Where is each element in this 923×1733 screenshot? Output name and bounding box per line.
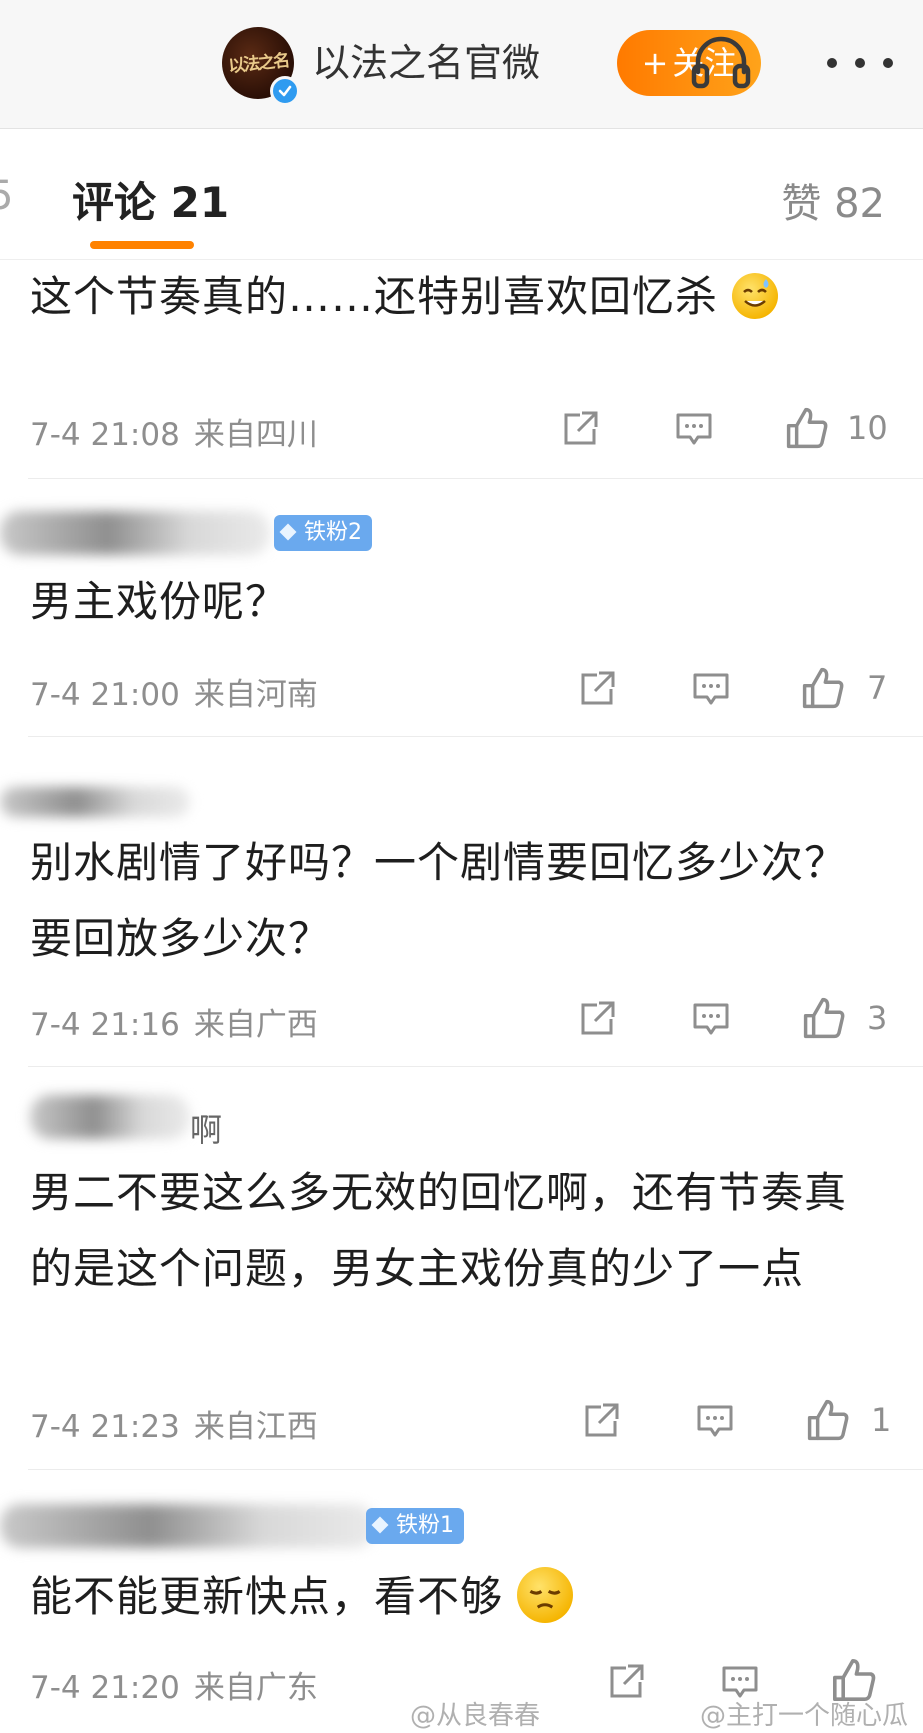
weibo-comments-page: 以法之名 以法之名官微 + 关注 5 评论 21 赞 82 这个节奏真的……还特… — [0, 0, 923, 1733]
fan-level-badge: 铁粉1 — [366, 1508, 464, 1544]
watermark-left: @从良春春 — [410, 1701, 541, 1731]
comment-meta: 7-4 21:20 来自广东 — [30, 1662, 318, 1707]
tab-bar: 5 评论 21 赞 82 — [0, 129, 923, 260]
comment-location: 来自广西 — [193, 1007, 318, 1043]
like-icon[interactable] — [784, 405, 830, 451]
comment-item: 别水剧情了好吗？一个剧情要回忆多少次？要回放多少次？ 7-4 21:16 来自广西… — [0, 737, 923, 1067]
comment-item: 这个节奏真的……还特别喜欢回忆杀 7-4 21:08 来自四川 10 — [0, 259, 923, 479]
fan-badge-label: 铁粉2 — [304, 520, 362, 545]
sweat-smile-emoji-icon — [732, 273, 779, 319]
like-icon[interactable] — [800, 665, 846, 711]
comment-text-body: 能不能更新快点，看不够 — [30, 1572, 504, 1621]
pensive-emoji-icon — [517, 1567, 574, 1623]
like-count: 3 — [867, 999, 888, 1037]
share-icon[interactable] — [577, 669, 617, 709]
top-bar: 以法之名 以法之名官微 + 关注 — [0, 0, 923, 129]
comment-item: 啊 男二不要这么多无效的回忆啊，还有节奏真的是这个问题，男女主戏份真的少了一点 … — [0, 1067, 923, 1470]
tab-reposts-partial[interactable]: 5 — [0, 173, 13, 219]
reply-icon[interactable] — [695, 1401, 735, 1441]
share-icon[interactable] — [560, 409, 600, 449]
headphone-icon[interactable] — [688, 32, 754, 92]
share-icon[interactable] — [577, 999, 617, 1039]
tab-comments[interactable]: 评论 21 — [72, 169, 229, 230]
more-options-icon[interactable] — [820, 48, 900, 78]
comment-meta: 7-4 21:23 来自江西 — [30, 1401, 318, 1446]
like-count: 1 — [871, 1401, 892, 1439]
reply-icon[interactable] — [674, 409, 714, 449]
active-tab-indicator — [90, 241, 194, 249]
diamond-icon — [279, 523, 297, 541]
comment-location: 来自江西 — [193, 1409, 318, 1445]
blurred-username[interactable] — [0, 1504, 375, 1548]
account-name[interactable]: 以法之名官微 — [312, 38, 540, 88]
comment-meta: 7-4 21:16 来自广西 — [30, 999, 318, 1044]
comment-text: 这个节奏真的……还特别喜欢回忆杀 — [30, 261, 860, 333]
comment-location: 来自广东 — [193, 1670, 318, 1706]
blurred-username[interactable] — [0, 511, 270, 555]
blurred-username[interactable] — [0, 787, 190, 817]
blurred-username[interactable] — [30, 1095, 190, 1139]
tab-likes[interactable]: 赞 82 — [781, 171, 885, 229]
avatar-logo-text: 以法之名 — [227, 50, 290, 78]
comment-meta: 7-4 21:00 来自河南 — [30, 669, 318, 714]
comment-text: 男二不要这么多无效的回忆啊，还有节奏真的是这个问题，男女主戏份真的少了一点 — [30, 1168, 848, 1293]
fan-badge-label: 铁粉1 — [396, 1513, 454, 1538]
comment-item: 铁粉2 男主戏份呢？ 7-4 21:00 来自河南 7 — [0, 479, 923, 737]
comment-time: 7-4 21:20 — [30, 1670, 180, 1706]
comment-time: 7-4 21:08 — [30, 417, 180, 453]
verified-icon — [270, 76, 300, 106]
comment-time: 7-4 21:16 — [30, 1007, 180, 1043]
like-count: 7 — [867, 669, 888, 707]
like-icon[interactable] — [805, 1397, 851, 1443]
watermark-right: @主打一个随心瓜 — [700, 1701, 909, 1731]
comment-text: 男主戏份呢？ — [30, 577, 289, 626]
diamond-icon — [371, 1516, 389, 1534]
like-count: 10 — [847, 409, 888, 447]
comment-location: 来自河南 — [193, 677, 318, 713]
comment-location: 来自四川 — [193, 417, 318, 453]
share-icon[interactable] — [581, 1401, 621, 1441]
comment-time: 7-4 21:00 — [30, 677, 180, 713]
comment-text: 能不能更新快点，看不够 — [30, 1564, 860, 1630]
comment-text: 别水剧情了好吗？一个剧情要回忆多少次？要回放多少次？ — [30, 838, 848, 963]
comment-text-body: 这个节奏真的……还特别喜欢回忆杀 — [30, 272, 719, 321]
like-icon[interactable] — [801, 995, 847, 1041]
fan-level-badge: 铁粉2 — [274, 515, 372, 551]
username-tail: 啊 — [190, 1111, 223, 1149]
comment-meta: 7-4 21:08 来自四川 — [30, 409, 318, 454]
reply-icon[interactable] — [691, 999, 731, 1039]
reply-icon[interactable] — [691, 669, 731, 709]
comment-item: 铁粉1 能不能更新快点，看不够 7-4 21:20 来自广东 — [0, 1470, 923, 1733]
comment-time: 7-4 21:23 — [30, 1409, 180, 1445]
plus-icon: + — [641, 44, 669, 82]
share-icon[interactable] — [606, 1662, 646, 1702]
